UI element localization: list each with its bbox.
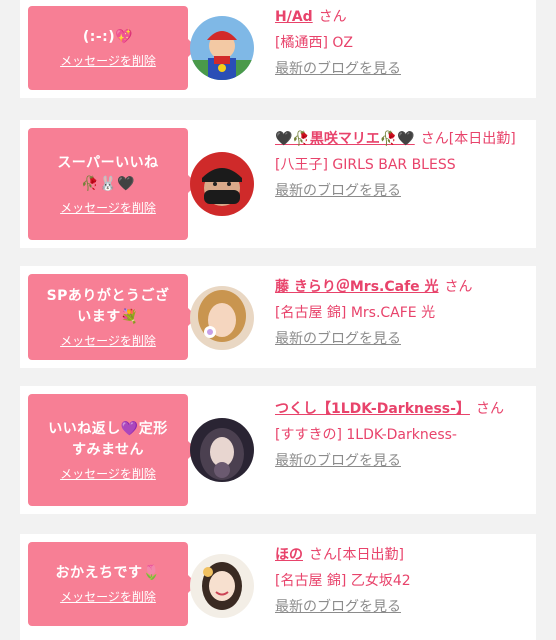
message-text: いいね返し💜定形 すみません [48, 420, 168, 458]
delete-message-link[interactable]: メッセージを削除 [60, 588, 156, 605]
avatar[interactable] [190, 16, 254, 80]
message-card: SPありがとうござ います💐 メッセージを削除 藤 きらり＠Mrs.Cafe 光… [20, 266, 536, 368]
user-name-link[interactable]: ほの [275, 547, 303, 563]
message-text: スーパーいいね 🥀🐰🖤 [57, 154, 159, 192]
avatar-dark-haired-woman-icon [190, 418, 254, 482]
user-info: つくし【1LDK-Darkness-】 さん [すすきの] 1LDK-Darkne… [275, 396, 521, 474]
avatar[interactable] [190, 286, 254, 350]
message-bubble: いいね返し💜定形 すみません メッセージを削除 [28, 394, 197, 506]
message-text: SPありがとうござ います💐 [46, 287, 170, 325]
message-card: (:-:)💖 メッセージを削除 H/Ad さん [橘通西] OZ 最新のブログを見… [20, 0, 536, 98]
latest-blog-link[interactable]: 最新のブログを見る [275, 326, 521, 352]
message-feed: (:-:)💖 メッセージを削除 H/Ad さん [橘通西] OZ 最新のブログを見… [0, 0, 556, 640]
avatar-blonde-woman-icon [190, 286, 254, 350]
avatar-smiling-woman-icon [190, 554, 254, 618]
delete-message-link[interactable]: メッセージを削除 [60, 465, 156, 482]
honorific: さん [318, 9, 347, 25]
avatar-masked-man-icon [190, 152, 254, 216]
delete-message-link[interactable]: メッセージを削除 [60, 332, 156, 349]
avatar[interactable] [190, 554, 254, 618]
shop-info: [名古屋 錦] 乙女坂42 [275, 573, 411, 589]
avatar[interactable] [190, 152, 254, 216]
message-bubble: スーパーいいね 🥀🐰🖤 メッセージを削除 [28, 128, 197, 240]
shop-info: [名古屋 錦] Mrs.CAFE 光 [275, 305, 436, 321]
message-card: おかえちです🌷 メッセージを削除 ほの さん[本日出勤] [名古屋 錦] 乙女坂4… [20, 534, 536, 640]
user-info: 藤 きらり＠Mrs.Cafe 光さん [名古屋 錦] Mrs.CAFE 光 最新… [275, 274, 521, 352]
avatar-mario-icon [190, 16, 254, 80]
message-card: スーパーいいね 🥀🐰🖤 メッセージを削除 🖤🥀黒咲マリエ🥀🖤 さん[本日出勤] [… [20, 120, 536, 248]
latest-blog-link[interactable]: 最新のブログを見る [275, 178, 521, 204]
user-name-link[interactable]: つくし【1LDK-Darkness-】 [275, 401, 470, 417]
user-info: H/Ad さん [橘通西] OZ 最新のブログを見る [275, 4, 521, 82]
avatar[interactable] [190, 418, 254, 482]
user-name-link[interactable]: 藤 きらり＠Mrs.Cafe 光 [275, 279, 439, 295]
user-name-link[interactable]: H/Ad [275, 9, 313, 25]
message-bubble: おかえちです🌷 メッセージを削除 [28, 542, 197, 626]
shop-info: [橘通西] OZ [275, 35, 353, 51]
honorific: さん [475, 401, 504, 417]
latest-blog-link[interactable]: 最新のブログを見る [275, 594, 521, 620]
message-bubble: (:-:)💖 メッセージを削除 [28, 6, 197, 90]
honorific: さん [444, 279, 473, 295]
user-info: 🖤🥀黒咲マリエ🥀🖤 さん[本日出勤] [八王子] GIRLS BAR BLESS … [275, 126, 521, 204]
honorific: さん[本日出勤] [420, 131, 516, 147]
message-card: いいね返し💜定形 すみません メッセージを削除 つくし【1LDK-Darknes… [20, 386, 536, 514]
shop-info: [八王子] GIRLS BAR BLESS [275, 157, 456, 173]
message-text: おかえちです🌷 [55, 565, 161, 581]
message-bubble: SPありがとうござ います💐 メッセージを削除 [28, 274, 197, 360]
honorific: さん[本日出勤] [309, 547, 404, 563]
delete-message-link[interactable]: メッセージを削除 [60, 199, 156, 216]
latest-blog-link[interactable]: 最新のブログを見る [275, 56, 521, 82]
latest-blog-link[interactable]: 最新のブログを見る [275, 448, 521, 474]
user-name-link[interactable]: 🖤🥀黒咲マリエ🥀🖤 [275, 131, 415, 147]
delete-message-link[interactable]: メッセージを削除 [60, 52, 156, 69]
message-text: (:-:)💖 [82, 29, 134, 45]
shop-info: [すすきの] 1LDK-Darkness- [275, 427, 457, 443]
user-info: ほの さん[本日出勤] [名古屋 錦] 乙女坂42 最新のブログを見る [275, 542, 521, 620]
